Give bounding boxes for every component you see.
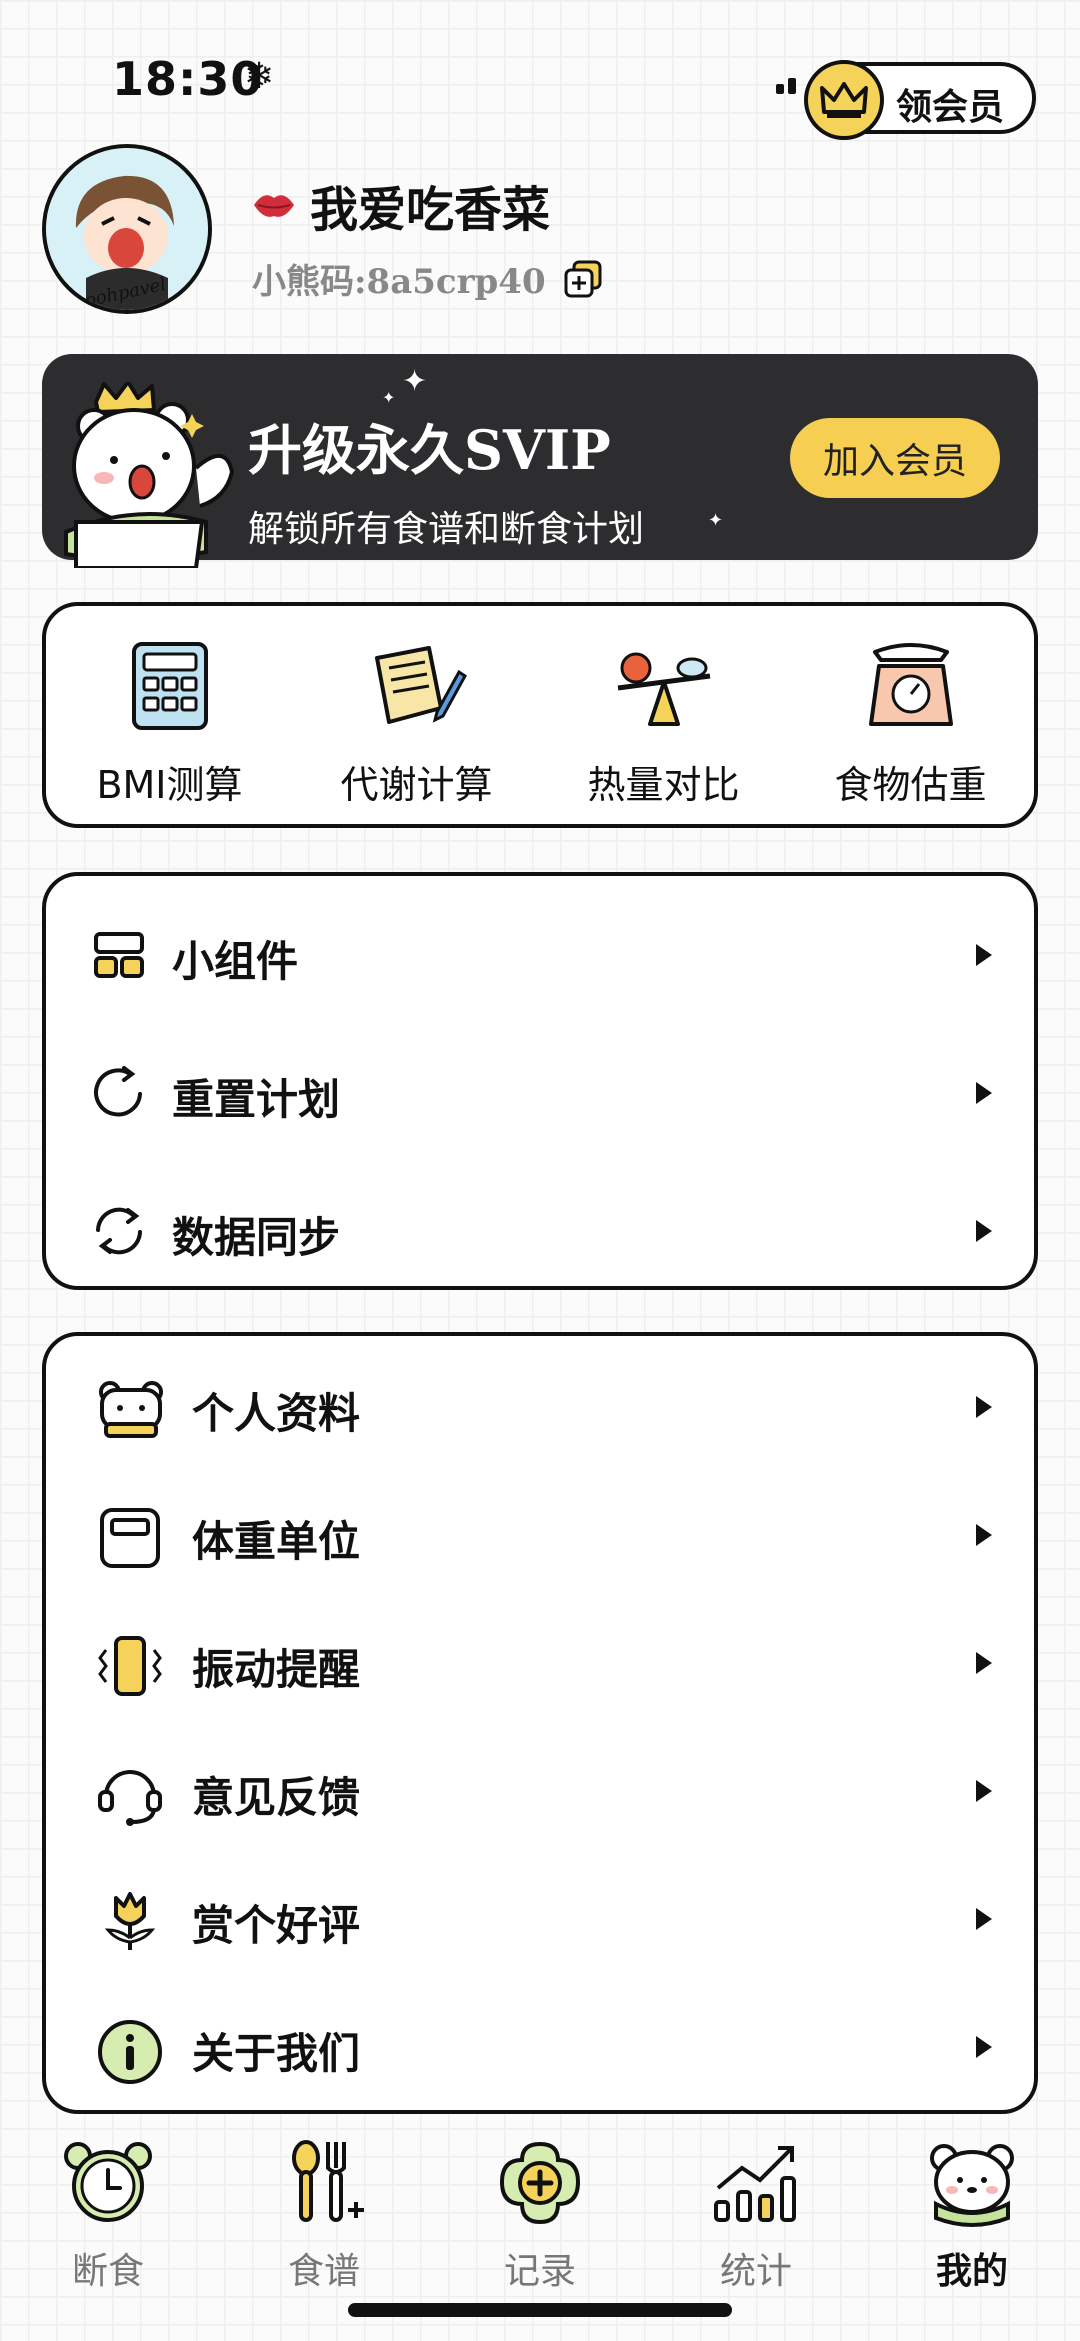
- tool-label: 热量对比: [587, 763, 740, 807]
- copy-icon[interactable]: [564, 260, 602, 298]
- sparkle-icon: ✦: [402, 364, 428, 399]
- username: 我爱吃香菜: [310, 182, 551, 238]
- menu-item-label: 振动提醒: [192, 1645, 361, 1694]
- settings-group-2: 个人资料 体重单位 振动提醒 意见反馈 赏个好评 关于我们: [42, 1332, 1038, 2114]
- get-membership-label: 领会员: [896, 86, 1005, 128]
- join-membership-button[interactable]: 加入会员: [790, 418, 1000, 498]
- chevron-right-icon: [976, 1396, 992, 1418]
- headset-icon: [98, 1770, 162, 1826]
- bar-chart-icon: [714, 2146, 796, 2222]
- menu-item-label: 关于我们: [192, 2029, 361, 2078]
- banner-title: 升级永久SVIP: [248, 418, 611, 482]
- tool-food-weight[interactable]: 食物估重: [787, 606, 1034, 824]
- balance-icon: [617, 652, 710, 726]
- menu-item-reset-plan[interactable]: 重置计划: [46, 1042, 1034, 1142]
- snowflake-icon: ❄: [244, 56, 275, 97]
- tab-label: 统计: [719, 2251, 792, 2292]
- sync-icon: [96, 1207, 142, 1255]
- banner-subtitle: 解锁所有食谱和断食计划: [248, 509, 645, 550]
- lips-icon: [254, 195, 294, 217]
- tool-bmi[interactable]: BMI测算: [46, 606, 293, 824]
- sparkle-icon: ✦: [382, 388, 396, 407]
- chevron-right-icon: [976, 1908, 992, 1930]
- bear-mascot-icon: [64, 382, 235, 568]
- menu-item-label: 个人资料: [192, 1389, 361, 1438]
- tab-label: 我的: [935, 2250, 1008, 2292]
- bear-face-icon: [930, 2144, 1014, 2227]
- tool-label: 代谢计算: [340, 763, 493, 807]
- menu-item-rate[interactable]: 赏个好评: [46, 1868, 1034, 1968]
- menu-item-feedback[interactable]: 意见反馈: [46, 1740, 1034, 1840]
- menu-item-label: 体重单位: [192, 1517, 361, 1566]
- svip-banner[interactable]: ✦ ✦ ✦ 升级永久SVIP 解锁所有食谱和断食计划 加入会员: [42, 354, 1038, 568]
- tool-label: 食物估重: [834, 763, 987, 807]
- kitchen-scale-icon: [868, 643, 953, 726]
- notes-pen-icon: [374, 646, 467, 724]
- menu-item-data-sync[interactable]: 数据同步: [46, 1180, 1034, 1280]
- user-code-row: 小熊码:8a5crp40: [252, 254, 602, 303]
- widget-icon: [94, 932, 144, 978]
- crown-icon: [804, 60, 884, 140]
- tab-statistics[interactable]: 统计: [666, 2138, 846, 2294]
- chevron-right-icon: [976, 1780, 992, 1802]
- vibration-icon: [98, 1636, 162, 1696]
- tab-mine[interactable]: 我的: [882, 2138, 1062, 2294]
- chevron-right-icon: [976, 1652, 992, 1674]
- tool-label: BMI测算: [96, 763, 243, 807]
- alarm-clock-icon: [64, 2142, 152, 2222]
- menu-item-widget[interactable]: 小组件: [46, 904, 1034, 1004]
- info-icon: [98, 2020, 162, 2084]
- chevron-right-icon: [976, 2036, 992, 2058]
- tool-calorie-compare[interactable]: 热量对比: [540, 606, 787, 824]
- user-code: 小熊码:8a5crp40: [252, 262, 546, 302]
- sparkle-icon: ✦: [708, 510, 724, 531]
- menu-item-weight-unit[interactable]: 体重单位: [46, 1484, 1034, 1584]
- settings-group-1: 小组件 重置计划 数据同步: [42, 872, 1038, 1290]
- tool-metabolism[interactable]: 代谢计算: [293, 606, 540, 824]
- menu-item-label: 小组件: [172, 937, 299, 986]
- tab-fasting[interactable]: 断食: [18, 2138, 198, 2294]
- chevron-right-icon: [976, 1220, 992, 1242]
- username-row: 我爱吃香菜: [252, 170, 550, 240]
- tab-record[interactable]: 记录: [450, 2138, 630, 2294]
- home-indicator[interactable]: [348, 2303, 732, 2317]
- bear-profile-icon: [99, 1381, 163, 1438]
- menu-item-about[interactable]: 关于我们: [46, 1996, 1034, 2096]
- avatar[interactable]: poohpavel: [42, 144, 212, 314]
- scale-unit-icon: [100, 1508, 160, 1568]
- menu-item-label: 意见反馈: [192, 1773, 361, 1822]
- chevron-right-icon: [976, 1524, 992, 1546]
- menu-item-label: 数据同步: [172, 1213, 341, 1262]
- chevron-right-icon: [976, 944, 992, 966]
- utensils-icon: [292, 2140, 364, 2222]
- status-time: 18:30: [112, 52, 264, 106]
- tab-label: 断食: [71, 2251, 144, 2292]
- tab-recipes[interactable]: 食谱: [234, 2138, 414, 2294]
- tab-label: 记录: [503, 2251, 576, 2292]
- add-record-icon: [499, 2141, 581, 2225]
- tools-card: BMI测算 代谢计算 热量对比 食物估重: [42, 602, 1038, 828]
- refresh-icon: [94, 1066, 142, 1117]
- get-membership-button[interactable]: 领会员: [804, 60, 1036, 140]
- menu-item-label: 重置计划: [172, 1075, 341, 1124]
- signal-icon: [776, 78, 796, 94]
- menu-item-vibration[interactable]: 振动提醒: [46, 1612, 1034, 1712]
- calculator-icon: [131, 642, 208, 730]
- tulip-icon: [104, 1892, 156, 1950]
- menu-item-label: 赏个好评: [192, 1901, 361, 1950]
- menu-item-profile[interactable]: 个人资料: [46, 1356, 1034, 1456]
- tab-label: 食谱: [287, 2251, 360, 2292]
- chevron-right-icon: [976, 1082, 992, 1104]
